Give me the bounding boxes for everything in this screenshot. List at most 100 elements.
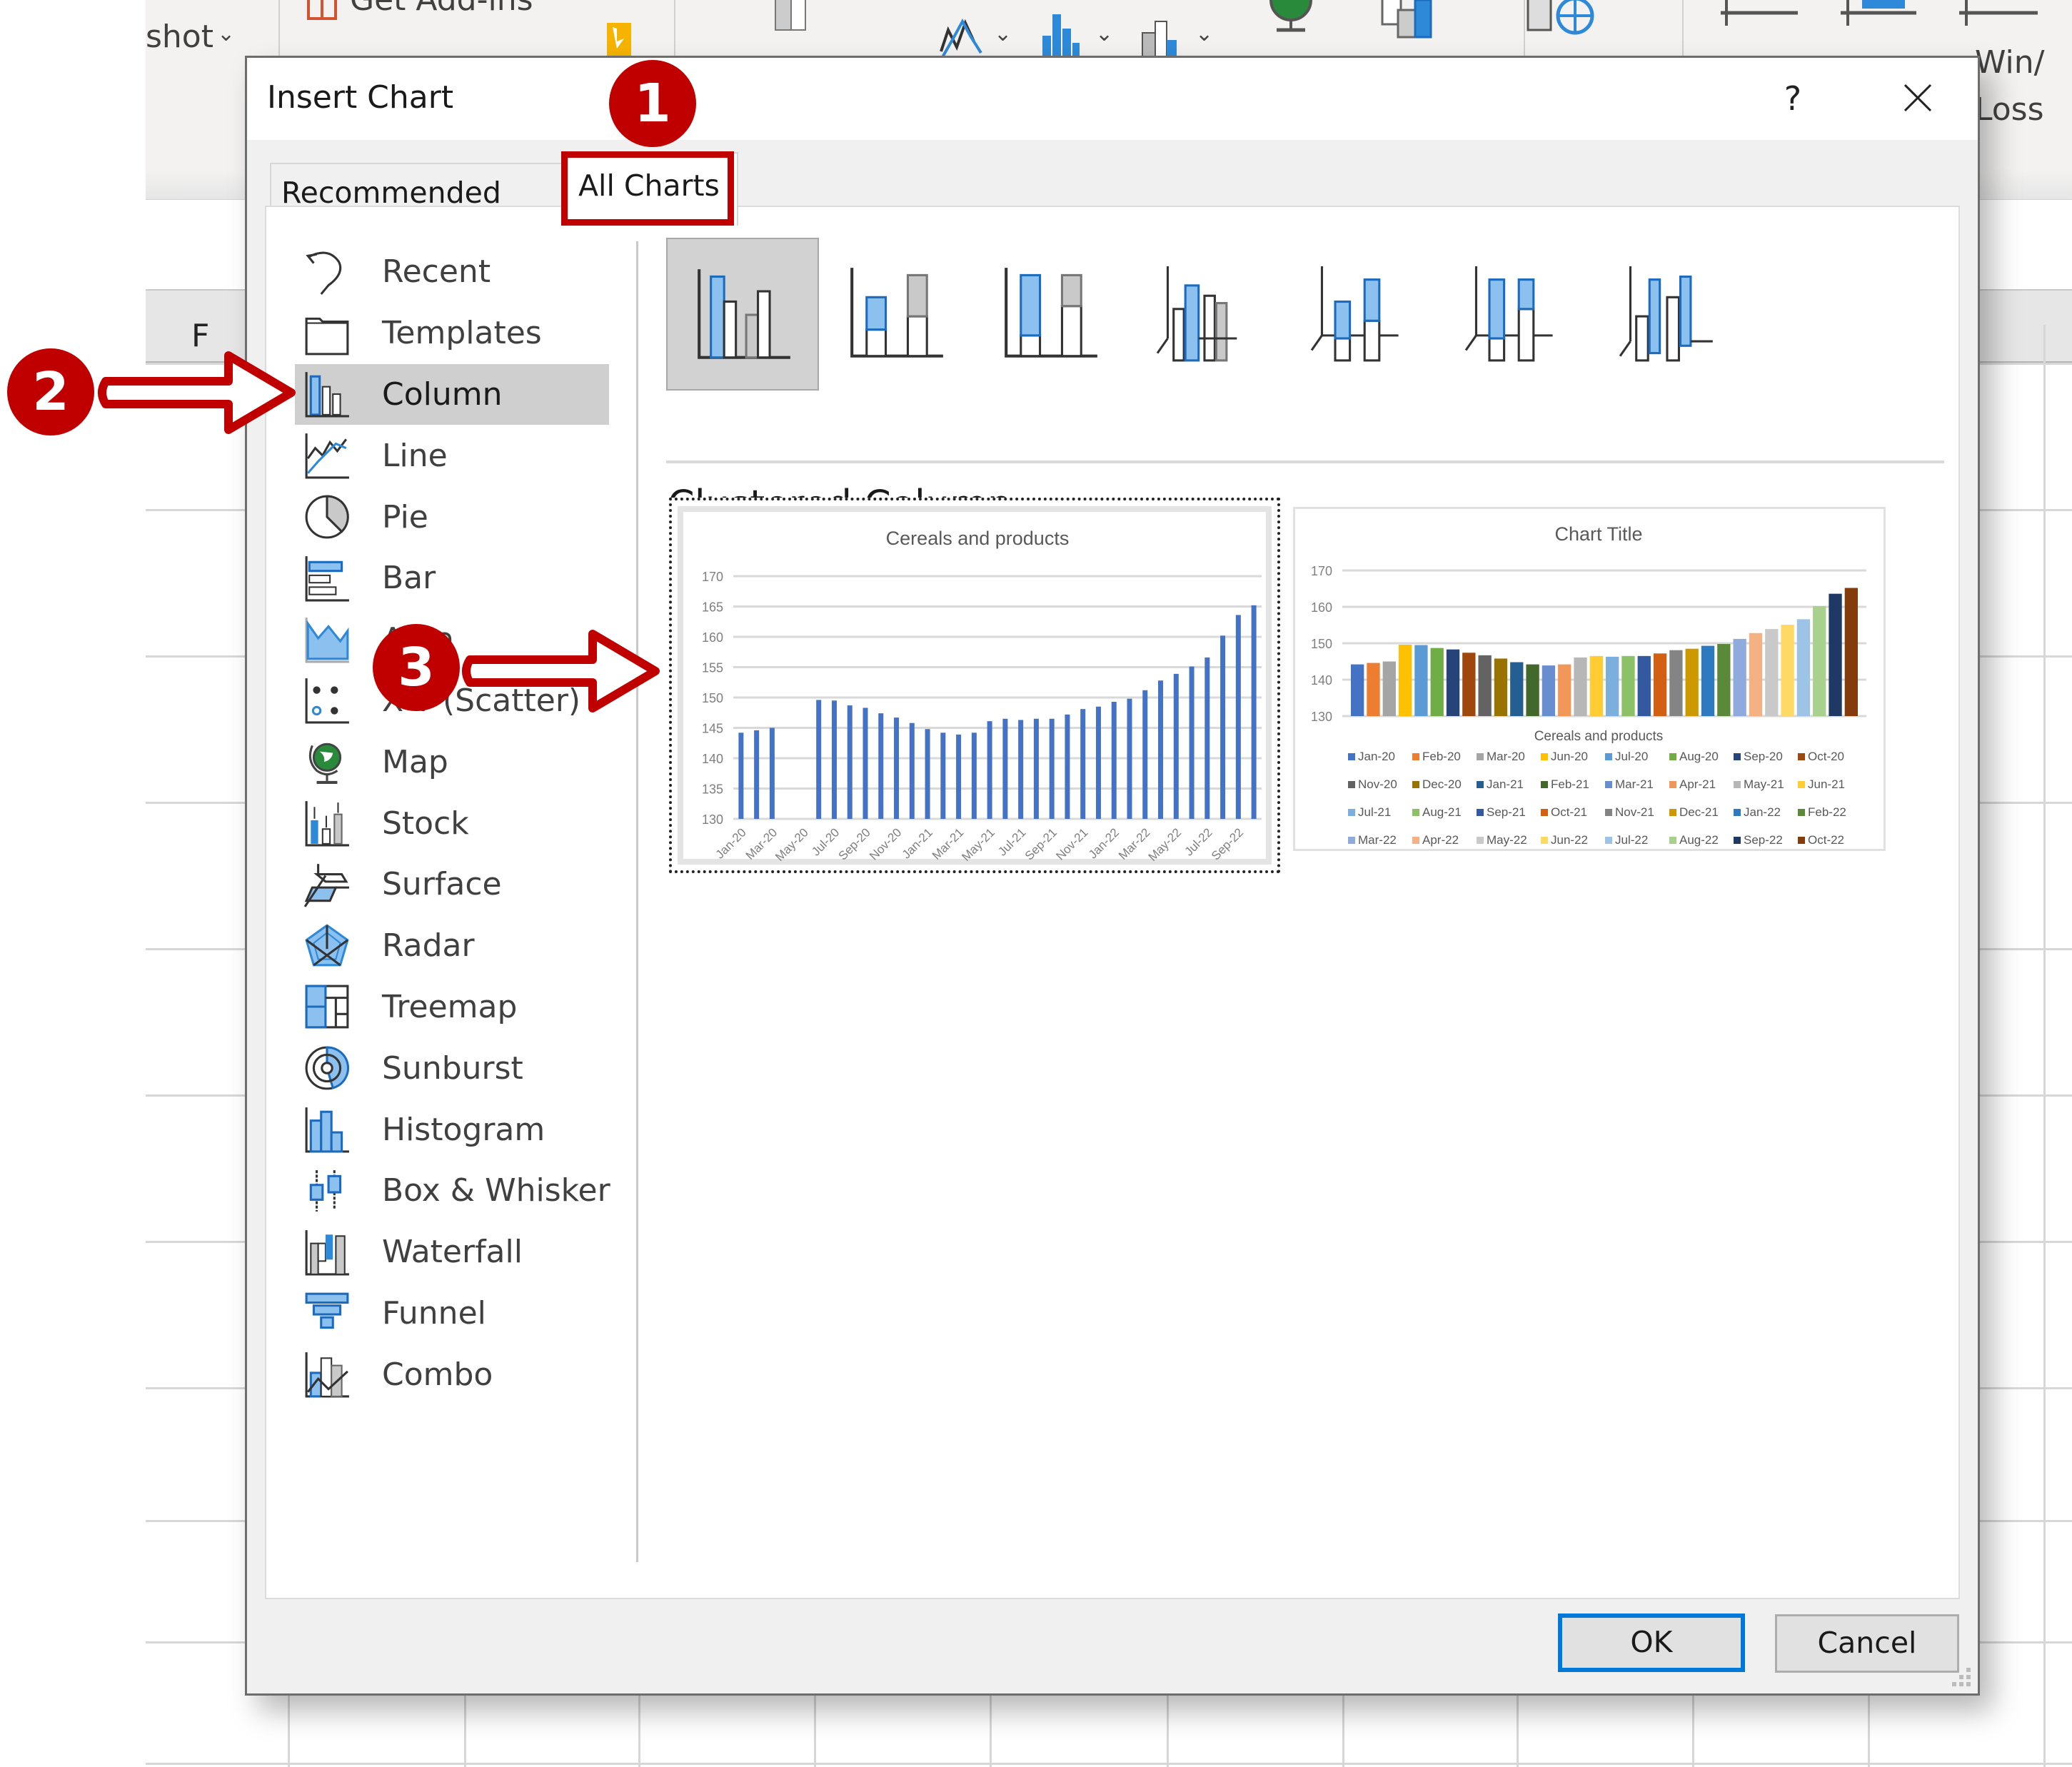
sunburst-chart-icon [305,1046,349,1090]
subtype-3d-column[interactable] [1591,238,1744,391]
legend-entry: Feb-21 [1551,777,1589,791]
chart-type-item-treemap[interactable]: Treemap [295,977,609,1038]
screenshot-button-label[interactable]: shot [146,19,213,55]
chart-type-label: Sunburst [382,1049,523,1087]
y-tick-label: 145 [702,722,723,736]
chart-type-item-column[interactable]: Column [295,363,609,426]
legend-entry: Sep-20 [1744,750,1783,763]
dialog-titlebar[interactable]: Insert Chart ? [247,58,1978,140]
box-whisker-chart-icon [309,1169,342,1212]
chart-type-item-templates[interactable]: Templates [295,303,609,364]
step-3-arrow-icon [462,630,660,713]
legend-swatch [1798,809,1805,816]
bar-Jan-21 [925,729,930,819]
insert-chart-dialog: Insert Chart ? Recommended Charts Recent… [245,56,1980,1696]
chart-type-item-box-whisker[interactable]: Box & Whisker [295,1160,610,1222]
y-tick-label: 130 [702,812,723,827]
resize-grip-icon[interactable] [1951,1666,1972,1688]
bar-May-21 [1574,657,1587,716]
bar-Sep-20 [1446,649,1460,716]
bar-Mar-20 [769,728,775,819]
grid-col-line [464,1696,466,1767]
bar-Dec-21 [1095,706,1101,819]
clustered-column-icon [698,269,790,359]
legend-entry: Nov-20 [1358,777,1397,791]
legend-entry: Mar-21 [1615,777,1654,791]
chart-type-item-histogram[interactable]: Histogram [295,1099,609,1160]
legend-swatch [1477,753,1484,760]
legend-entry: Jun-20 [1551,750,1588,763]
templates-folder-icon [305,317,349,356]
line-chart-dropdown-icon[interactable]: ⌄ [994,21,1012,46]
bar-Feb-21 [1526,664,1539,716]
sparkline-icons[interactable] [1719,0,2072,29]
winloss-label-line2[interactable]: Loss [1975,91,2044,128]
funnel-chart-icon [305,1293,349,1329]
bar-Feb-22 [1717,644,1731,716]
chart-type-item-recent[interactable]: Recent [295,241,609,303]
chart-type-item-combo[interactable]: Combo [295,1344,609,1405]
chart-type-item-stock[interactable]: Stock [295,792,609,854]
x-tick-label: Nov-21 [1053,825,1090,862]
chart-type-item-waterfall[interactable]: Waterfall [295,1222,609,1283]
step-2-badge: 2 [7,348,94,436]
bar-Nov-20 [1478,655,1492,716]
y-tick-label: 150 [1311,637,1332,651]
chart-type-item-pie[interactable]: Pie [295,486,609,548]
subtype-3d-100-percent-stacked-column[interactable] [1437,238,1590,391]
chart-type-item-line[interactable]: Line [295,425,609,486]
x-tick-label: Mar-21 [930,825,967,862]
maps-ribbon-icon[interactable] [1262,0,1319,33]
bar-Jun-21 [1589,655,1603,716]
legend-entry: Aug-21 [1422,805,1462,819]
chart-type-item-bar[interactable]: Bar [295,548,609,609]
subtype-clustered-column[interactable] [666,238,819,391]
chart-type-item-sunburst[interactable]: Sunburst [295,1037,609,1099]
chart-type-item-funnel[interactable]: Funnel [295,1283,609,1344]
bar-Mar-22 [1142,690,1148,819]
screenshot-dropdown-icon[interactable]: ⌄ [217,21,235,46]
legend-entry: Jul-21 [1358,805,1391,819]
legend-swatch [1412,837,1419,844]
legend-swatch [1477,781,1484,788]
x-tick-label: Jan-22 [1086,825,1122,861]
chart-type-label: Stock [382,805,469,842]
3d-clustered-column-icon [1156,266,1237,362]
legend-entry: Dec-20 [1422,777,1462,791]
bing-maps-icon[interactable] [607,23,631,56]
chart-preview-option-1[interactable]: Cereals and products 130 135 140 145 150 155 16… [669,498,1280,873]
x-tick-label: Nov-20 [867,825,904,862]
pivot-chart-ribbon-icon[interactable] [1381,0,1438,39]
subtype-100-percent-stacked-column[interactable] [975,238,1127,391]
bar-Sep-22 [1235,615,1241,819]
chart-type-item-map[interactable]: Map [295,731,609,792]
column-chart-dropdown-icon[interactable]: ⌄ [1095,21,1113,46]
legend-swatch [1605,781,1612,788]
chart-type-item-surface[interactable]: Surface [295,854,609,915]
line-chart-ribbon-icon[interactable] [938,16,985,57]
grid-col-line [2043,1696,2046,1767]
recommended-charts-icon[interactable] [774,0,810,31]
get-addins-button[interactable]: Get Add-ins [350,0,533,18]
winloss-label-line1[interactable]: Win/ [1975,44,2044,81]
subtype-3d-stacked-column[interactable] [1283,238,1436,391]
subtype-3d-clustered-column[interactable] [1129,238,1282,391]
chart-preview-option-2[interactable]: Chart Title 130 140 150 160 170 Cereals and pr… [1293,507,1886,851]
3d-map-ribbon-icon[interactable] [1524,0,1602,39]
bar-Dec-21 [1685,648,1699,716]
legend-entry: Dec-21 [1679,805,1719,819]
close-button[interactable] [1889,74,1946,124]
help-button[interactable]: ? [1768,74,1818,124]
column-header-f[interactable]: F [191,318,209,354]
legend-swatch [1348,809,1355,816]
ok-button[interactable]: OK [1558,1614,1745,1672]
waterfall-chart-icon [305,1229,349,1276]
chart-type-item-radar[interactable]: Radar [295,915,609,977]
subtype-stacked-column[interactable] [820,238,973,391]
combo-chart-icon [305,1352,349,1398]
waterfall-dropdown-icon[interactable]: ⌄ [1195,21,1213,46]
column-chart-ribbon-icon[interactable] [1041,11,1080,57]
waterfall-ribbon-icon[interactable] [1141,11,1184,57]
cancel-button[interactable]: Cancel [1775,1614,1959,1673]
legend-swatch [1798,837,1805,844]
